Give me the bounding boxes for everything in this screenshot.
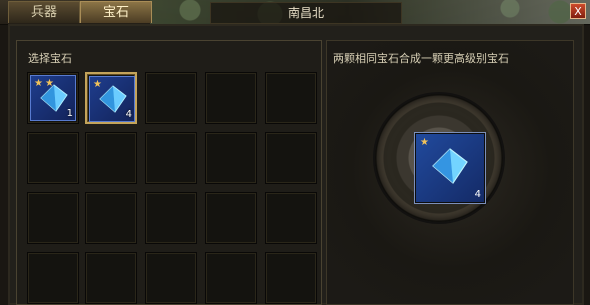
combined-gem-item[interactable]: ★ 4 — [416, 134, 484, 202]
gem-slot[interactable] — [85, 192, 137, 244]
gem-icon — [432, 148, 468, 184]
gem-slot[interactable] — [205, 132, 257, 184]
gem-slot[interactable] — [205, 252, 257, 304]
gem-slot[interactable] — [27, 132, 79, 184]
combined-gem-slot[interactable]: ★ 4 — [414, 132, 486, 204]
gem-item[interactable]: ★ 4 — [89, 76, 135, 122]
gem-slot[interactable] — [145, 192, 197, 244]
gem-slot[interactable] — [85, 132, 137, 184]
gem-count: 1 — [66, 108, 73, 119]
gem-slot[interactable] — [265, 72, 317, 124]
gem-slot[interactable] — [145, 252, 197, 304]
gem-slot[interactable] — [27, 252, 79, 304]
gem-slot[interactable] — [205, 192, 257, 244]
gem-selection-title: 选择宝石 — [28, 52, 72, 65]
gem-slot[interactable] — [265, 132, 317, 184]
gem-slot[interactable] — [265, 252, 317, 304]
gem-slot[interactable] — [205, 72, 257, 124]
combined-gem-count: 4 — [474, 189, 481, 200]
gem-item[interactable]: ★ ★ 1 — [30, 75, 76, 121]
gem-combine-title: 两颗相同宝石合成一颗更高级别宝石 — [333, 52, 509, 65]
tab-weapons[interactable]: 兵器 — [8, 1, 80, 23]
gem-slot[interactable] — [27, 192, 79, 244]
gem-slot[interactable] — [145, 72, 197, 124]
gem-slot[interactable] — [85, 252, 137, 304]
gem-icon — [40, 84, 68, 112]
gem-slot[interactable] — [265, 192, 317, 244]
gem-slot-selected[interactable]: ★ 4 — [85, 72, 137, 124]
gem-grid: ★ ★ 1 ★ 4 — [27, 72, 319, 305]
gem-count: 4 — [125, 109, 132, 120]
top-bar: 兵器 宝石 南昌北 X — [0, 0, 590, 25]
gem-slot[interactable]: ★ ★ 1 — [27, 72, 79, 124]
location-label: 南昌北 — [210, 2, 402, 24]
gem-slot[interactable] — [145, 132, 197, 184]
tab-gems[interactable]: 宝石 — [80, 1, 152, 23]
gem-icon — [99, 85, 127, 113]
star-icon: ★ — [420, 137, 429, 148]
close-button[interactable]: X — [570, 3, 586, 19]
